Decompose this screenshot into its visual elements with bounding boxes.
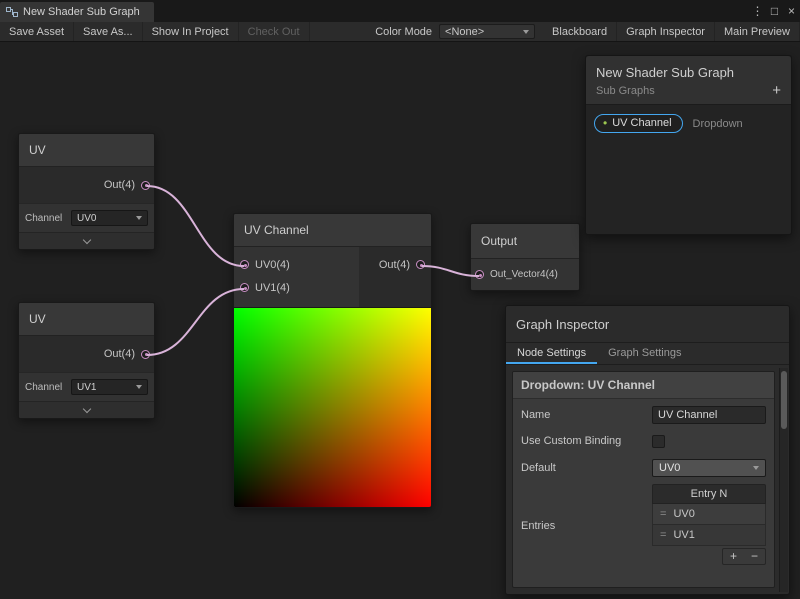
node-title[interactable]: UV bbox=[19, 303, 154, 336]
inspector-scrollbar[interactable] bbox=[779, 368, 788, 592]
show-in-project-button[interactable]: Show In Project bbox=[143, 22, 239, 41]
name-input[interactable] bbox=[652, 406, 766, 424]
port-label-uv1: UV1(4) bbox=[255, 282, 290, 294]
blackboard-header: New Shader Sub Graph Sub Graphs + bbox=[586, 56, 791, 105]
input-port-out-vector4[interactable] bbox=[475, 270, 484, 279]
node-uv-top[interactable]: UV Out(4) Channel UV0 bbox=[18, 133, 155, 250]
drag-handle-icon[interactable]: = bbox=[660, 529, 666, 541]
graph-inspector-toggle-button[interactable]: Graph Inspector bbox=[617, 22, 715, 41]
inspector-content: Dropdown: UV Channel Name Use Custom Bin… bbox=[512, 371, 775, 588]
dropdown-arrow-icon bbox=[136, 385, 142, 389]
remove-entry-button[interactable]: − bbox=[744, 549, 765, 564]
channel-label: Channel bbox=[25, 382, 67, 393]
entries-list: Entry N = UV0 = UV1 + − bbox=[652, 484, 766, 582]
inspector-scrollbar-thumb[interactable] bbox=[781, 371, 787, 429]
use-custom-binding-checkbox[interactable] bbox=[652, 435, 665, 448]
check-out-button: Check Out bbox=[239, 22, 310, 41]
save-asset-button[interactable]: Save Asset bbox=[0, 22, 74, 41]
main-preview-toggle-button[interactable]: Main Preview bbox=[715, 22, 800, 41]
blackboard-toggle-button[interactable]: Blackboard bbox=[543, 22, 617, 41]
name-label: Name bbox=[521, 409, 639, 421]
node-title[interactable]: UV Channel bbox=[234, 214, 431, 247]
port-label-out: Out(4) bbox=[104, 348, 135, 360]
tab-title: New Shader Sub Graph bbox=[23, 6, 140, 18]
channel-label: Channel bbox=[25, 213, 67, 224]
channel-value: UV1 bbox=[77, 382, 96, 393]
channel-dropdown[interactable]: UV0 bbox=[71, 210, 148, 226]
blackboard-item-row: • UV Channel Dropdown bbox=[586, 105, 791, 142]
blackboard-title: New Shader Sub Graph bbox=[596, 65, 781, 80]
dropdown-arrow-icon bbox=[523, 30, 529, 34]
output-port[interactable] bbox=[141, 181, 150, 190]
edge-uv0-connection[interactable] bbox=[147, 186, 244, 266]
node-output[interactable]: Output Out_Vector4(4) bbox=[470, 223, 580, 291]
chevron-down-icon bbox=[82, 235, 90, 243]
default-label: Default bbox=[521, 462, 639, 474]
unity-window: New Shader Sub Graph ⋮ □ × Save Asset Sa… bbox=[0, 0, 800, 599]
save-as-button[interactable]: Save As... bbox=[74, 22, 143, 41]
port-label-out-vector4: Out_Vector4(4) bbox=[490, 269, 558, 280]
entry-label: UV0 bbox=[673, 508, 694, 520]
tab-node-settings[interactable]: Node Settings bbox=[506, 343, 597, 364]
output-port[interactable] bbox=[416, 260, 425, 269]
shader-graph-icon bbox=[6, 6, 18, 18]
blackboard-item-type: Dropdown bbox=[693, 118, 743, 130]
graph-canvas[interactable]: UV Out(4) Channel UV0 UV Out(4) bbox=[0, 42, 800, 599]
inspector-section-title: Dropdown: UV Channel bbox=[513, 372, 774, 399]
add-property-button[interactable]: + bbox=[772, 83, 781, 98]
inspector-title: Graph Inspector bbox=[506, 306, 789, 343]
graph-inspector-panel[interactable]: Graph Inspector Node Settings Graph Sett… bbox=[505, 305, 790, 595]
dropdown-arrow-icon bbox=[136, 216, 142, 220]
output-port[interactable] bbox=[141, 350, 150, 359]
add-entry-button[interactable]: + bbox=[723, 549, 744, 564]
window-tab-bar: New Shader Sub Graph ⋮ □ × bbox=[0, 0, 800, 22]
default-value: UV0 bbox=[659, 462, 680, 474]
inspector-tabs: Node Settings Graph Settings bbox=[506, 343, 789, 365]
tab-new-shader-sub-graph[interactable]: New Shader Sub Graph bbox=[0, 2, 154, 22]
exposed-dot-icon: • bbox=[603, 117, 607, 129]
entry-row-uv1[interactable]: = UV1 bbox=[652, 525, 766, 546]
port-label-out: Out(4) bbox=[104, 179, 135, 191]
use-custom-binding-label: Use Custom Binding bbox=[521, 435, 639, 447]
node-title[interactable]: UV bbox=[19, 134, 154, 167]
uv-gradient-preview bbox=[234, 307, 431, 507]
close-icon[interactable]: × bbox=[783, 4, 800, 18]
port-label-uv0: UV0(4) bbox=[255, 259, 290, 271]
more-icon[interactable]: ⋮ bbox=[749, 4, 766, 18]
collapse-toggle[interactable] bbox=[19, 232, 154, 249]
entries-label: Entries bbox=[521, 484, 652, 582]
color-mode-value: <None> bbox=[445, 26, 484, 38]
node-uv-channel[interactable]: UV Channel UV0(4) UV1(4) Out(4) bbox=[233, 213, 432, 508]
port-label-out: Out(4) bbox=[379, 259, 410, 271]
color-mode-dropdown[interactable]: <None> bbox=[439, 24, 535, 39]
maximize-icon[interactable]: □ bbox=[766, 4, 783, 18]
blackboard-subtitle: Sub Graphs bbox=[596, 85, 781, 97]
edge-uv1-connection[interactable] bbox=[147, 289, 244, 355]
entries-list-header: Entry N bbox=[652, 484, 766, 504]
entry-row-uv0[interactable]: = UV0 bbox=[652, 504, 766, 525]
channel-dropdown[interactable]: UV1 bbox=[71, 379, 148, 395]
blackboard-panel[interactable]: New Shader Sub Graph Sub Graphs + • UV C… bbox=[585, 55, 792, 235]
drag-handle-icon[interactable]: = bbox=[660, 508, 666, 520]
channel-value: UV0 bbox=[77, 213, 96, 224]
node-title[interactable]: Output bbox=[471, 224, 579, 259]
dropdown-arrow-icon bbox=[753, 466, 759, 470]
color-mode-label: Color Mode bbox=[368, 22, 439, 41]
entry-label: UV1 bbox=[673, 529, 694, 541]
blackboard-item-label: UV Channel bbox=[612, 117, 671, 129]
entries-list-footer: + − bbox=[722, 548, 766, 565]
input-port-uv0[interactable] bbox=[240, 260, 249, 269]
graph-toolbar: Save Asset Save As... Show In Project Ch… bbox=[0, 22, 800, 42]
collapse-toggle[interactable] bbox=[19, 401, 154, 418]
default-dropdown[interactable]: UV0 bbox=[652, 459, 766, 477]
window-controls: ⋮ □ × bbox=[749, 0, 800, 22]
input-port-uv1[interactable] bbox=[240, 283, 249, 292]
tab-graph-settings[interactable]: Graph Settings bbox=[597, 343, 692, 364]
blackboard-item-uv-channel[interactable]: • UV Channel bbox=[594, 114, 683, 133]
node-uv-bottom[interactable]: UV Out(4) Channel UV1 bbox=[18, 302, 155, 419]
toolbar-spacer bbox=[310, 22, 369, 41]
chevron-down-icon bbox=[82, 404, 90, 412]
